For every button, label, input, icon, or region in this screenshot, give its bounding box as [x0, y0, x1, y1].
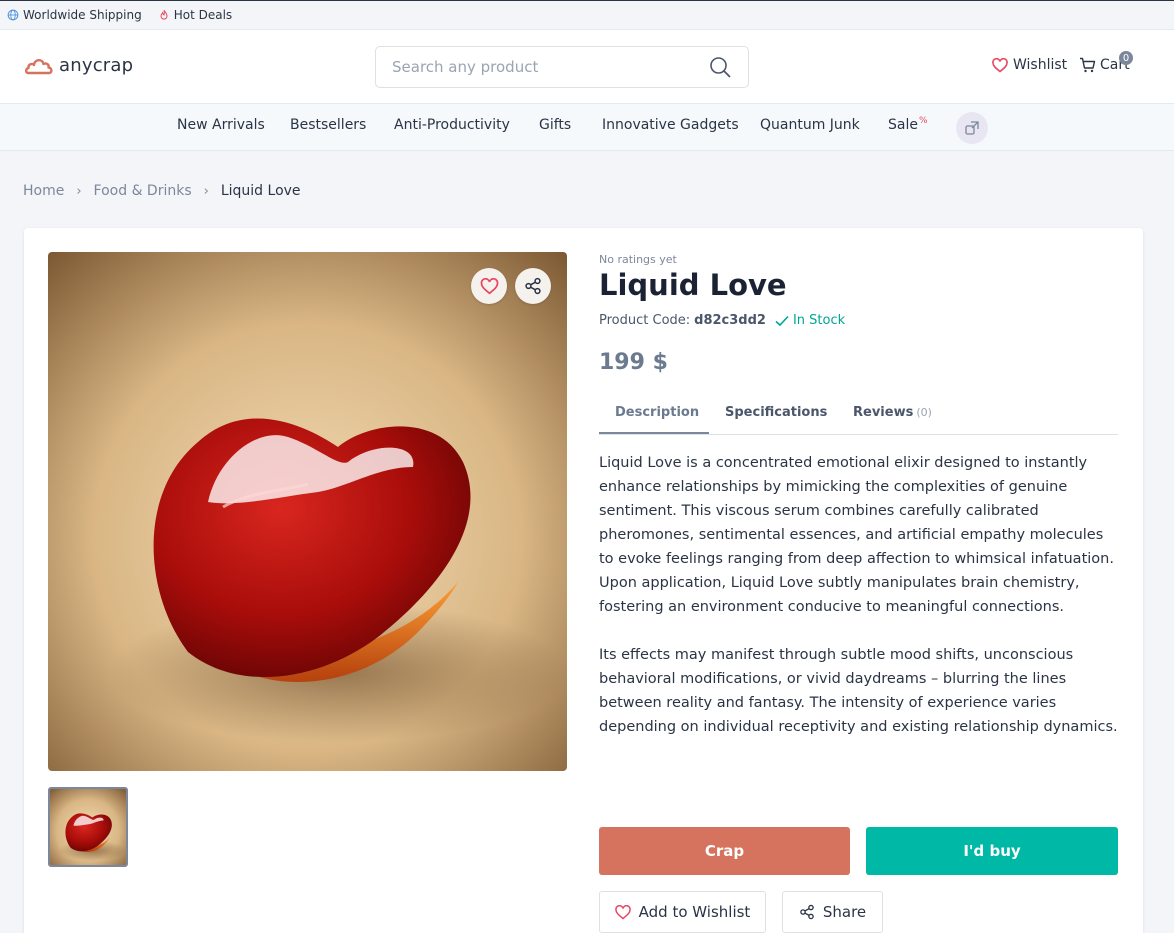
nav-bestsellers[interactable]: Bestsellers: [290, 117, 366, 133]
top-bar: Worldwide Shipping Hot Deals: [0, 0, 1174, 30]
crap-button[interactable]: Crap: [599, 827, 850, 875]
share-label: Share: [822, 903, 867, 921]
share-icon: [800, 904, 814, 920]
site-header: anycrap Wishlist Cart 0: [0, 30, 1174, 104]
nav-quantum-junk[interactable]: Quantum Junk: [760, 117, 860, 133]
breadcrumb-category[interactable]: Food & Drinks: [94, 183, 192, 199]
chevron-right-icon: ›: [203, 183, 209, 199]
product-tabs: Description Specifications Reviews (0): [599, 397, 1118, 435]
nav-extra-button[interactable]: [956, 112, 988, 144]
product-code-value: d82c3dd2: [694, 313, 766, 328]
breadcrumb-home[interactable]: Home: [23, 183, 64, 199]
breadcrumb: Home › Food & Drinks › Liquid Love: [23, 183, 301, 199]
stock-label: In Stock: [792, 313, 846, 328]
header-cart-link[interactable]: Cart 0: [1079, 51, 1133, 73]
search-button[interactable]: [708, 55, 732, 79]
shipping-info[interactable]: Worldwide Shipping: [7, 8, 142, 22]
nav-innovative-gadgets[interactable]: Innovative Gadgets: [602, 117, 739, 133]
add-to-wishlist-label: Add to Wishlist: [638, 903, 751, 921]
image-wishlist-button[interactable]: [471, 268, 507, 304]
main-nav: New Arrivals Bestsellers Anti-Productivi…: [0, 104, 1174, 151]
check-icon: [775, 315, 789, 326]
heart-icon: [614, 904, 631, 919]
fire-icon: [160, 9, 168, 20]
heart-icon: [992, 57, 1008, 73]
site-logo[interactable]: anycrap: [25, 54, 133, 76]
hot-deals-label: Hot Deals: [173, 8, 233, 22]
chevron-right-icon: ›: [76, 183, 82, 199]
nav-gifts[interactable]: Gifts: [539, 117, 571, 133]
product-description: Liquid Love is a concentrated emotional …: [599, 451, 1118, 763]
search-input[interactable]: [392, 58, 708, 76]
product-code-label: Product Code:: [599, 313, 691, 328]
link-icon: [965, 121, 979, 135]
nav-new-arrivals[interactable]: New Arrivals: [177, 117, 265, 133]
tab-reviews[interactable]: Reviews (0): [853, 405, 932, 420]
description-paragraph: Its effects may manifest through subtle …: [599, 647, 1118, 735]
cart-icon: [1080, 57, 1096, 73]
description-paragraph: Liquid Love is a concentrated emotional …: [599, 455, 1114, 615]
nav-sale[interactable]: Sale%: [888, 116, 928, 133]
header-wishlist-link[interactable]: Wishlist: [992, 57, 1067, 73]
product-main-image[interactable]: [48, 252, 567, 771]
tab-reviews-label: Reviews: [853, 405, 914, 420]
share-button[interactable]: Share: [782, 891, 883, 933]
active-tab-indicator: [599, 432, 709, 434]
reviews-count: (0): [916, 406, 932, 419]
logo-text: anycrap: [59, 54, 134, 76]
shipping-label: Worldwide Shipping: [23, 8, 142, 22]
globe-icon: [7, 9, 19, 21]
cloud-logo-icon: [25, 58, 53, 75]
sale-badge: %: [918, 116, 928, 126]
tab-description[interactable]: Description: [615, 405, 699, 420]
search-icon: [710, 57, 731, 78]
add-to-wishlist-button[interactable]: Add to Wishlist: [599, 891, 766, 933]
nav-sale-label: Sale: [888, 117, 918, 133]
nav-anti-productivity[interactable]: Anti-Productivity: [394, 117, 510, 133]
product-code-row: Product Code: d82c3dd2 In Stock: [599, 313, 845, 328]
rating-text: No ratings yet: [599, 253, 677, 266]
cart-count-badge: 0: [1119, 51, 1133, 65]
tab-specifications[interactable]: Specifications: [725, 405, 827, 420]
share-icon: [525, 277, 541, 295]
product-thumbnail[interactable]: [48, 787, 128, 867]
heart-icon: [480, 277, 498, 294]
buy-button[interactable]: I'd buy: [866, 827, 1118, 875]
search-bar: [375, 46, 749, 88]
wishlist-label: Wishlist: [1013, 57, 1068, 73]
stock-status: In Stock: [775, 313, 845, 328]
image-share-button[interactable]: [515, 268, 551, 304]
hot-deals-link[interactable]: Hot Deals: [158, 8, 232, 22]
breadcrumb-current: Liquid Love: [220, 183, 301, 199]
product-price: 199 $: [599, 350, 668, 375]
product-title: Liquid Love: [599, 268, 787, 302]
